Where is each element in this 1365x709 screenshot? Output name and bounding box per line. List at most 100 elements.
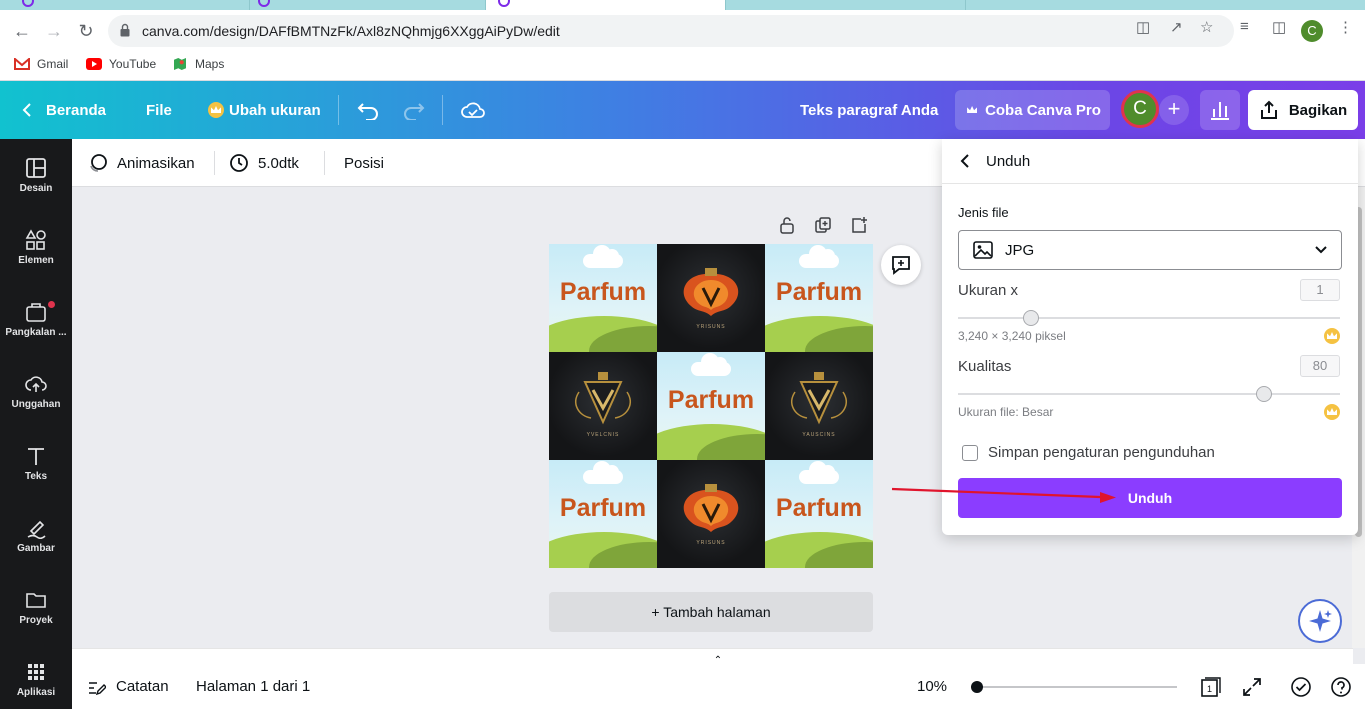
page-indicator[interactable]: Halaman 1 dari 1 bbox=[196, 664, 310, 709]
magic-assistant-button[interactable] bbox=[1298, 599, 1342, 643]
share-button[interactable]: Bagikan bbox=[1248, 90, 1358, 130]
file-menu-button[interactable]: File bbox=[146, 81, 172, 139]
bookmark-label: Gmail bbox=[37, 57, 69, 71]
add-page-icon[interactable] bbox=[850, 216, 868, 234]
design-canvas[interactable]: Parfum YRISUNS Parfum YVELCNIS Parfum YA… bbox=[549, 244, 873, 568]
sidebar-item-brand[interactable]: Pangkalan ... bbox=[0, 293, 72, 353]
lock-page-icon[interactable] bbox=[778, 216, 796, 234]
draw-icon bbox=[27, 520, 46, 539]
chevron-down-icon bbox=[1315, 246, 1327, 254]
perfume-logo-tile: YRISUNS bbox=[657, 244, 765, 352]
share-page-icon[interactable]: ↗ bbox=[1170, 18, 1183, 36]
document-title[interactable]: Teks paragraf Anda bbox=[800, 81, 938, 139]
file-type-value: JPG bbox=[1005, 241, 1035, 259]
sidebar-item-apps[interactable]: Aplikasi bbox=[0, 653, 72, 709]
translate-icon[interactable]: ◫ bbox=[1136, 18, 1150, 36]
sidebar-item-text[interactable]: Teks bbox=[0, 437, 72, 497]
sidebar-item-design[interactable]: Desain bbox=[0, 149, 72, 209]
cloud-icon bbox=[583, 461, 623, 484]
bookmark-star-icon[interactable]: ☆ bbox=[1200, 18, 1213, 36]
zoom-slider-handle[interactable] bbox=[971, 681, 983, 693]
browser-tab[interactable] bbox=[250, 0, 486, 10]
home-button[interactable]: Beranda bbox=[22, 81, 106, 139]
file-label: File bbox=[146, 101, 172, 119]
fullscreen-button[interactable] bbox=[1242, 664, 1262, 709]
user-avatar[interactable]: C bbox=[1121, 90, 1159, 128]
browser-profile-avatar[interactable]: C bbox=[1301, 20, 1323, 42]
quality-slider-track[interactable] bbox=[958, 393, 1340, 395]
annotation-arrow-icon bbox=[891, 487, 1116, 503]
cloud-icon bbox=[799, 461, 839, 484]
cloud-icon bbox=[583, 245, 623, 268]
left-sidebar: Desain Elemen Pangkalan ... Unggahan Tek… bbox=[0, 139, 72, 709]
position-label: Posisi bbox=[344, 154, 385, 172]
browser-tab-active[interactable] bbox=[486, 0, 726, 10]
resize-button[interactable]: Ubah ukuran bbox=[208, 81, 321, 139]
help-button[interactable] bbox=[1330, 664, 1352, 709]
undo-button[interactable] bbox=[356, 81, 380, 139]
gmail-icon bbox=[14, 58, 30, 70]
sidebar-item-draw[interactable]: Gambar bbox=[0, 509, 72, 569]
duration-button[interactable]: 5.0dtk bbox=[229, 139, 299, 187]
bookmark-label: Maps bbox=[195, 57, 225, 71]
cloud-saved-button[interactable] bbox=[460, 81, 486, 139]
document-title-text: Teks paragraf Anda bbox=[800, 101, 939, 119]
pages-icon: 1 bbox=[1201, 676, 1221, 697]
file-type-select[interactable]: JPG bbox=[958, 230, 1342, 270]
toolbar-divider bbox=[324, 151, 325, 175]
add-comment-button[interactable] bbox=[881, 245, 921, 285]
perfume-bottle-logo-icon bbox=[683, 484, 739, 532]
sidebar-item-elements[interactable]: Elemen bbox=[0, 221, 72, 281]
bookmark-gmail[interactable]: Gmail bbox=[14, 57, 68, 71]
address-bar[interactable]: canva.com/design/DAFfBMTNzFk/Axl8zNQhmjg… bbox=[108, 15, 1234, 47]
perfume-logo-tile: YRISUNS bbox=[657, 460, 765, 568]
zoom-slider-track[interactable] bbox=[977, 686, 1177, 688]
zoom-level[interactable]: 10% bbox=[917, 664, 947, 709]
menu-kebab-icon[interactable]: ⋮ bbox=[1338, 18, 1353, 36]
sidebar-item-uploads[interactable]: Unggahan bbox=[0, 365, 72, 425]
forward-arrow-icon[interactable]: → bbox=[42, 19, 66, 43]
bookmark-maps[interactable]: Maps bbox=[172, 57, 224, 71]
quality-slider-handle[interactable] bbox=[1255, 386, 1272, 402]
duplicate-page-icon[interactable] bbox=[814, 216, 832, 234]
reload-icon[interactable]: ↻ bbox=[74, 19, 98, 43]
save-settings-label: Simpan pengaturan pengunduhan bbox=[988, 444, 1215, 461]
add-collaborator-button[interactable]: + bbox=[1159, 95, 1189, 125]
save-settings-checkbox[interactable] bbox=[962, 444, 978, 461]
perfume-bottle-logo-icon bbox=[683, 268, 739, 316]
back-chevron-icon[interactable] bbox=[960, 153, 970, 169]
size-input[interactable]: 1 bbox=[1300, 279, 1340, 301]
page-grid-button[interactable]: 1 bbox=[1200, 664, 1222, 709]
sidebar-item-label: Aplikasi bbox=[16, 687, 56, 698]
sidebar-item-label: Unggahan bbox=[11, 399, 61, 410]
add-page-button[interactable]: + Tambah halaman bbox=[549, 592, 873, 632]
save-settings-row[interactable]: Simpan pengaturan pengunduhan bbox=[962, 444, 1215, 461]
parfum-tile: Parfum bbox=[657, 352, 765, 460]
try-pro-button[interactable]: Coba Canva Pro bbox=[955, 90, 1110, 130]
position-button[interactable]: Posisi bbox=[344, 139, 384, 187]
check-status-button[interactable] bbox=[1290, 664, 1312, 709]
back-arrow-icon[interactable]: ← bbox=[10, 19, 34, 43]
redo-button[interactable] bbox=[402, 81, 426, 139]
bookmark-youtube[interactable]: YouTube bbox=[86, 57, 156, 71]
browser-tab[interactable] bbox=[0, 0, 250, 10]
page-indicator-label: Halaman 1 dari 1 bbox=[196, 678, 311, 695]
perfume-logo-tile: YVELCNIS bbox=[549, 352, 657, 460]
chevron-left-icon bbox=[22, 103, 31, 117]
youtube-icon bbox=[86, 58, 102, 70]
notes-button[interactable]: Catatan bbox=[88, 664, 169, 709]
sidebar-item-label: Desain bbox=[19, 183, 53, 194]
browser-tab[interactable] bbox=[726, 0, 966, 10]
reading-list-icon[interactable]: ≡ bbox=[1240, 18, 1249, 35]
quality-input[interactable]: 80 bbox=[1300, 355, 1340, 377]
insights-button[interactable] bbox=[1200, 90, 1240, 130]
crown-icon bbox=[208, 102, 224, 118]
side-panel-icon[interactable]: ◫ bbox=[1272, 18, 1286, 36]
animate-icon bbox=[90, 154, 107, 172]
header-divider bbox=[442, 95, 443, 125]
sidebar-item-projects[interactable]: Proyek bbox=[0, 581, 72, 641]
animate-button[interactable]: Animasikan bbox=[88, 139, 195, 187]
resize-label: Ubah ukuran bbox=[229, 101, 321, 119]
size-slider-handle[interactable] bbox=[1022, 310, 1039, 326]
size-slider-track[interactable] bbox=[958, 317, 1340, 319]
